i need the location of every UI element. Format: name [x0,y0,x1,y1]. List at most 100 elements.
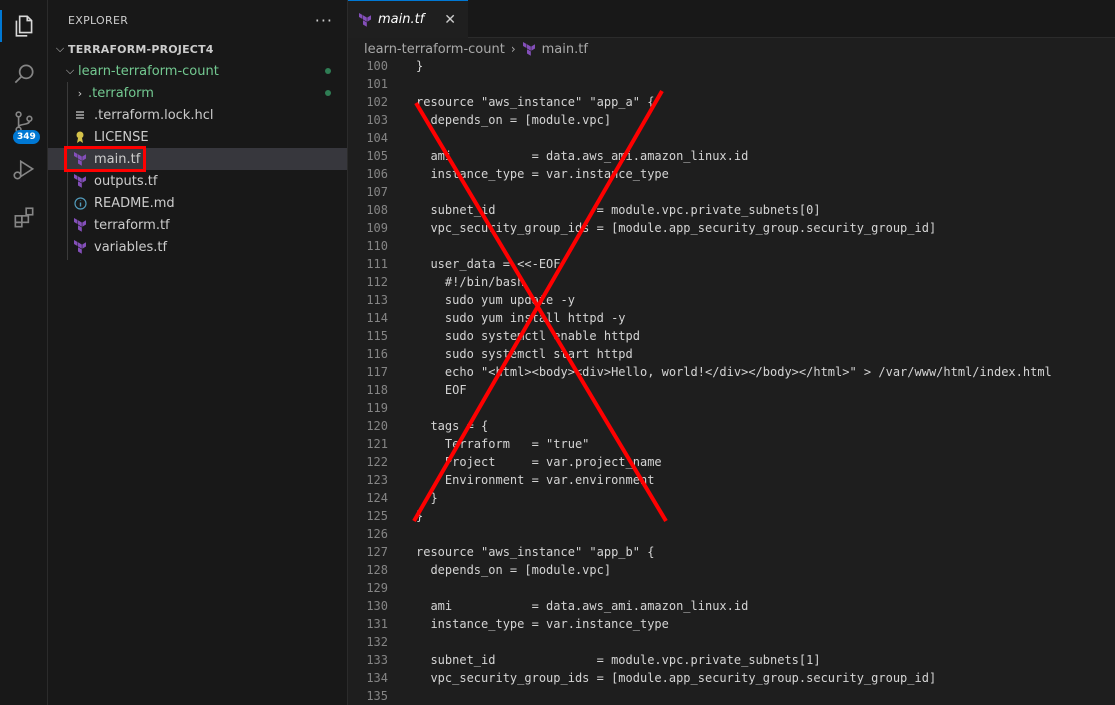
code-line[interactable]: 122 Project = var.project_name [348,453,1115,471]
line-number: 107 [366,185,388,199]
explorer-sidebar: EXPLORER ··· ⌵ TERRAFORM-PROJECT4 ⌵ lear… [48,0,348,705]
code-line[interactable]: 111 user_data = <<-EOF [348,255,1115,273]
line-number: 121 [366,437,388,451]
line-number: 129 [366,581,388,595]
tree-item-variables-tf[interactable]: variables.tf [48,236,347,258]
code-text: sudo systemctl start httpd [416,347,633,361]
code-line[interactable]: 134 vpc_security_group_ids = [module.app… [348,669,1115,687]
tree-item-readme[interactable]: README.md [48,192,347,214]
code-line[interactable]: 107 [348,183,1115,201]
line-number: 120 [366,419,388,433]
code-line[interactable]: 101 [348,75,1115,93]
tree-item-terraform-tf[interactable]: terraform.tf [48,214,347,236]
explorer-icon[interactable] [0,6,48,46]
code-line[interactable]: 130 ami = data.aws_ami.amazon_linux.id [348,597,1115,615]
tab-main-tf[interactable]: main.tf ✕ [348,0,468,38]
code-area[interactable]: 100} 101 102 resource "aws_instance" "app_a… [348,57,1115,705]
chevron-down-icon: ⌵ [55,42,65,55]
code-line[interactable]: 118 EOF [348,381,1115,399]
activity-bar: 349 [0,0,48,705]
chevron-right-icon: › [77,86,83,100]
code-text: Environment = var.environment [416,473,655,487]
code-line[interactable]: 106 instance_type = var.instance_type [348,165,1115,183]
more-actions-icon[interactable]: ··· [315,11,333,30]
code-line[interactable]: 108 subnet_id = module.vpc.private_subne… [348,201,1115,219]
code-line[interactable]: 100} [348,57,1115,75]
code-text: ami = data.aws_ami.amazon_linux.id [416,149,749,163]
code-line[interactable]: 113 sudo yum update -y [348,291,1115,309]
code-line[interactable]: 103 depends_on = [module.vpc] [348,111,1115,129]
breadcrumb-file[interactable]: main.tf [542,42,588,57]
line-number: 117 [366,365,388,379]
source-control-badge: 349 [13,130,40,144]
code-line[interactable]: 119 [348,399,1115,417]
license-icon [72,129,88,145]
line-number: 104 [366,131,388,145]
code-line[interactable]: 131 instance_type = var.instance_type [348,615,1115,633]
chevron-down-icon: ⌵ [65,64,75,77]
tree-item-terraform-folder[interactable]: › .terraform [48,82,347,104]
code-text: Project = var.project_name [416,455,662,469]
tree-item-label: terraform.tf [94,217,170,233]
tree-item-outputs-tf[interactable]: outputs.tf [48,170,347,192]
code-text: #!/bin/bash [416,275,525,289]
source-control-icon[interactable]: 349 [0,102,48,144]
code-text: user_data = <<-EOF [416,257,561,271]
code-line[interactable]: 132 [348,633,1115,651]
code-line[interactable]: 120 tags = { [348,417,1115,435]
code-line[interactable]: 125} [348,507,1115,525]
code-line[interactable]: 112 #!/bin/bash [348,273,1115,291]
close-icon[interactable]: ✕ [444,12,456,28]
tree-item-lock-file[interactable]: .terraform.lock.hcl [48,104,347,126]
code-line[interactable]: 129 [348,579,1115,597]
code-line[interactable]: 126 [348,525,1115,543]
code-text: sudo yum update -y [416,293,575,307]
line-number: 119 [366,401,388,415]
search-icon[interactable] [0,54,48,94]
run-debug-icon[interactable] [0,150,48,190]
code-line[interactable]: 124 } [348,489,1115,507]
code-line[interactable]: 105 ami = data.aws_ami.amazon_linux.id [348,147,1115,165]
folder-learn-terraform-count[interactable]: ⌵ learn-terraform-count [48,60,347,82]
project-root[interactable]: ⌵ TERRAFORM-PROJECT4 [48,38,347,60]
editor: main.tf ✕ learn-terraform-count › main.t… [348,0,1115,705]
code-line[interactable]: 127 resource "aws_instance" "app_b" { [348,543,1115,561]
sidebar-title: EXPLORER [68,13,129,27]
code-text: vpc_security_group_ids = [module.app_sec… [416,671,937,685]
code-line[interactable]: 114 sudo yum install httpd -y [348,309,1115,327]
git-status-dot [325,90,331,96]
code-line[interactable]: 135 [348,687,1115,705]
folder-label: learn-terraform-count [78,63,219,79]
terraform-icon [72,217,88,233]
tree-item-label: outputs.tf [94,173,158,189]
line-number: 108 [366,203,388,217]
chevron-right-icon: › [510,42,516,56]
line-number: 106 [366,167,388,181]
tree-item-license[interactable]: LICENSE [48,126,347,148]
line-number: 127 [366,545,388,559]
code-line[interactable]: 115 sudo systemctl enable httpd [348,327,1115,345]
code-line[interactable]: 133 subnet_id = module.vpc.private_subne… [348,651,1115,669]
code-line[interactable]: 110 [348,237,1115,255]
code-line[interactable]: 128 depends_on = [module.vpc] [348,561,1115,579]
code-text: depends_on = [module.vpc] [416,563,612,577]
code-text: subnet_id = module.vpc.private_subnets[1… [416,653,821,667]
terraform-icon [522,42,535,56]
extensions-icon[interactable] [0,198,48,238]
code-line[interactable]: 104 [348,129,1115,147]
code-line[interactable]: 123 Environment = var.environment [348,471,1115,489]
code-line[interactable]: 102 resource "aws_instance" "app_a" { [348,93,1115,111]
breadcrumb-folder[interactable]: learn-terraform-count [364,42,505,57]
line-number: 113 [366,293,388,307]
line-number: 111 [366,257,388,271]
code-line[interactable]: 109 vpc_security_group_ids = [module.app… [348,219,1115,237]
code-text: Terraform = "true" [416,437,590,451]
code-line[interactable]: 117 echo "<html><body><div>Hello, world!… [348,363,1115,381]
code-line[interactable]: 116 sudo systemctl start httpd [348,345,1115,363]
terraform-icon [72,173,88,189]
code-line[interactable]: 121 Terraform = "true" [348,435,1115,453]
line-number: 125 [366,509,388,523]
